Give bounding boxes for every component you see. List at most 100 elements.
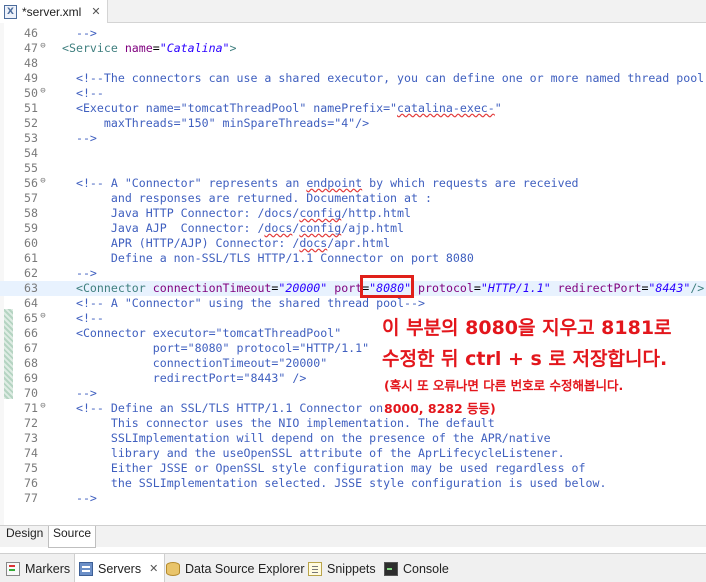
code-token: = — [152, 41, 160, 55]
line-number: 55 — [24, 161, 38, 175]
fold-toggle-icon[interactable]: ⊖ — [38, 311, 48, 321]
code-line[interactable]: 74 library and the useOpenSSL attribute … — [0, 446, 706, 461]
code-line[interactable]: 58 Java HTTP Connector: /docs/config/htt… — [0, 206, 706, 221]
line-number: 49 — [24, 71, 38, 85]
fold-toggle-icon[interactable]: ⊖ — [38, 41, 48, 51]
code-line[interactable]: 61 Define a non-SSL/TLS HTTP/1.1 Connect… — [0, 251, 706, 266]
code-token: <!-- A "Connector" represents an — [62, 176, 307, 190]
code-token: Either JSSE or OpenSSL style configurati… — [62, 461, 586, 475]
code-token: and responses are returned. Documentatio… — [62, 191, 432, 205]
editor-tab-server-xml[interactable]: X *server.xml ✕ — [0, 0, 108, 23]
tab-design[interactable]: Design — [2, 526, 47, 548]
code-line[interactable]: 63 <Connector connectionTimeout="20000" … — [0, 281, 706, 296]
line-number: 57 — [24, 191, 38, 205]
code-line[interactable]: 56 ⊖ <!-- A "Connector" represents an end… — [0, 176, 706, 191]
snippets-icon — [308, 561, 322, 576]
code-token: Java HTTP Connector: /docs/ — [62, 206, 300, 220]
code-text: redirectPort="8443" /> — [62, 371, 307, 385]
view-tab-label: Servers — [98, 561, 142, 576]
servers-icon — [79, 561, 93, 576]
code-text: library and the useOpenSSL attribute of … — [62, 446, 565, 460]
fold-toggle-icon[interactable]: ⊖ — [38, 176, 48, 186]
code-token: " — [494, 101, 502, 115]
fold-toggle-icon[interactable]: ⊖ — [38, 86, 48, 96]
view-tab-servers[interactable]: Servers ✕ — [74, 554, 166, 582]
code-token: --> — [62, 491, 97, 505]
line-number: 72 — [24, 416, 38, 430]
code-token: "8443" — [648, 281, 691, 295]
code-line[interactable]: 47 ⊖ <Service name="Catalina"> — [0, 41, 706, 56]
code-line[interactable]: 64 <!-- A "Connector" using the shared t… — [0, 296, 706, 311]
xml-source-editor[interactable]: 46 --> 47 ⊖ <Service name="Catalina"> 48 49 <… — [0, 23, 706, 525]
tab-source[interactable]: Source — [48, 526, 97, 548]
line-number: 62 — [24, 266, 38, 280]
line-number: 54 — [24, 146, 38, 160]
editor-mode-tabs: Design Source — [0, 525, 706, 548]
view-tab-snippets[interactable]: Snippets — [308, 554, 376, 582]
fold-toggle-icon[interactable]: ⊖ — [38, 401, 48, 411]
code-line[interactable]: 75 Either JSSE or OpenSSL style configur… — [0, 461, 706, 476]
code-line[interactable]: 48 — [0, 56, 706, 71]
code-token: maxThreads="150" minSpareThreads="4"/> — [62, 116, 370, 130]
code-line[interactable]: 52 maxThreads="150" minSpareThreads="4"/… — [0, 116, 706, 131]
line-number: 47 — [24, 41, 38, 55]
code-line[interactable]: 72 This connector uses the NIO implement… — [0, 416, 706, 431]
code-line[interactable]: 62 --> — [0, 266, 706, 281]
code-line[interactable]: 51 <Executor name="tomcatThreadPool" nam… — [0, 101, 706, 116]
code-text: maxThreads="150" minSpareThreads="4"/> — [62, 116, 369, 130]
code-token: --> — [62, 131, 97, 145]
code-line[interactable]: 77 --> — [0, 491, 706, 506]
code-line[interactable]: 55 — [0, 161, 706, 176]
code-line[interactable]: 59 Java AJP Connector: /docs/config/ajp.… — [0, 221, 706, 236]
annotation-line-3: (혹시 또 오류나면 다른 번호로 수정해봅니다. — [384, 378, 624, 393]
code-line[interactable]: 50 ⊖ <!-- — [0, 86, 706, 101]
code-text: --> — [62, 386, 97, 400]
code-token: by which requests are received — [362, 176, 579, 190]
code-line[interactable]: 71 ⊖ <!-- Define an SSL/TLS HTTP/1.1 Conn… — [0, 401, 706, 416]
code-line[interactable]: 73 SSLImplementation will depend on the … — [0, 431, 706, 446]
code-text: Either JSSE or OpenSSL style configurati… — [62, 461, 586, 475]
code-text: <!-- A "Connector" using the shared thre… — [62, 296, 425, 310]
code-line[interactable]: 60 APR (HTTP/AJP) Connector: /docs/apr.h… — [0, 236, 706, 251]
view-tab-label: Snippets — [327, 561, 376, 576]
code-token: "HTTP/1.1" — [480, 281, 551, 295]
code-token: <!-- — [62, 311, 104, 325]
editor-tab-bar: X *server.xml ✕ — [0, 0, 706, 23]
line-number: 65 — [24, 311, 38, 325]
code-line[interactable]: 76 the SSLImplementation selected. JSSE … — [0, 476, 706, 491]
code-text: --> — [62, 266, 97, 280]
code-line[interactable]: 54 — [0, 146, 706, 161]
line-number: 73 — [24, 431, 38, 445]
line-number: 76 — [24, 476, 38, 490]
code-text: connectionTimeout="20000" — [62, 356, 328, 370]
line-number: 75 — [24, 461, 38, 475]
code-line[interactable]: 49 <!--The connectors can use a shared e… — [0, 71, 706, 86]
view-tab-markers[interactable]: Markers — [6, 554, 70, 582]
code-token: <!-- Define an SSL/TLS HTTP/1.1 Connecto… — [62, 401, 384, 415]
line-number: 69 — [24, 371, 38, 385]
code-token: docs — [264, 221, 293, 235]
xml-file-icon: X — [4, 4, 17, 19]
line-number: 68 — [24, 356, 38, 370]
line-number: 67 — [24, 341, 38, 355]
close-icon[interactable]: ✕ — [149, 562, 158, 575]
code-text: port="8080" protocol="HTTP/1.1" — [62, 341, 369, 355]
annotation-line-4: 8000, 8282 등등) — [384, 401, 496, 416]
view-tab-console[interactable]: Console — [384, 554, 449, 582]
view-tab-label: Markers — [25, 561, 71, 576]
line-number: 63 — [24, 281, 38, 295]
code-token: library and the useOpenSSL attribute of … — [62, 446, 565, 460]
code-token: port="8080" protocol="HTTP/1.1" — [62, 341, 370, 355]
code-line[interactable]: 57 and responses are returned. Documenta… — [0, 191, 706, 206]
code-line[interactable]: 53 --> — [0, 131, 706, 146]
code-token: Define a non-SSL/TLS HTTP/1.1 Connector … — [62, 251, 474, 265]
code-token: Java AJP Connector: / — [62, 221, 265, 235]
code-token: redirectPort="8443" /> — [62, 371, 307, 385]
editor-tab-title: *server.xml — [22, 4, 82, 19]
code-token: <!--The connectors can use a shared exec… — [62, 71, 705, 85]
code-line[interactable]: 46 --> — [0, 26, 706, 41]
close-icon[interactable]: ✕ — [91, 5, 100, 18]
code-token: name — [124, 41, 153, 55]
code-token: --> — [62, 26, 97, 40]
view-tab-data-source-explorer[interactable]: Data Source Explorer — [166, 554, 305, 582]
